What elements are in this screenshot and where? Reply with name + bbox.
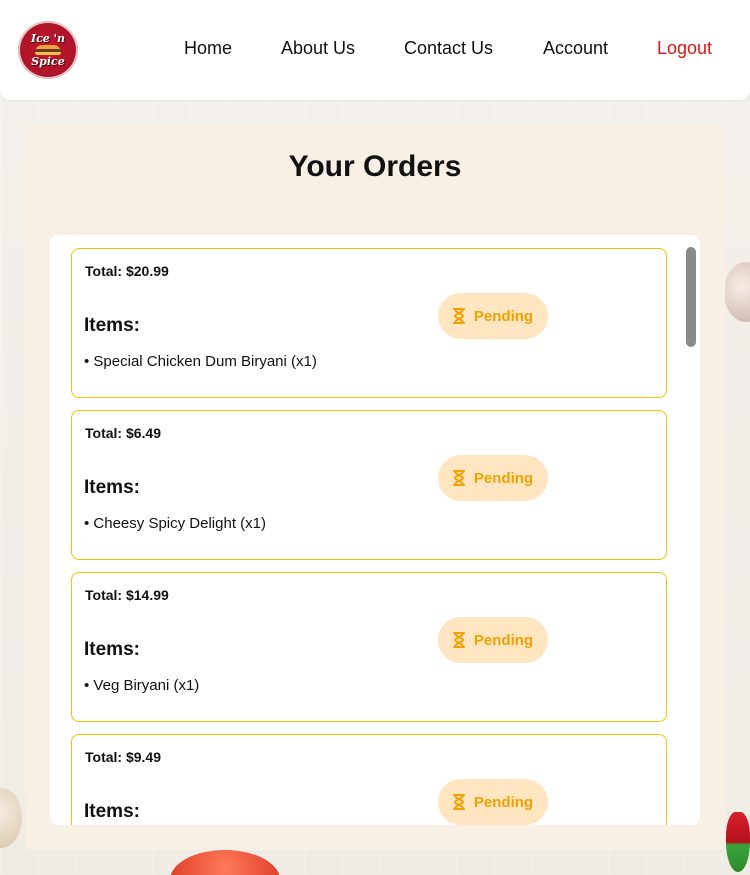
order-total-value: $6.49 [125,425,162,441]
order-card: Total: $20.99 Items: • Special Chicken D… [71,248,667,398]
order-item: • Veg Biryani (x1) [84,677,200,694]
orders-list[interactable]: Total: $20.99 Items: • Special Chicken D… [50,235,700,825]
order-total: Total: $9.49 [85,749,161,765]
order-total-value: $20.99 [125,263,169,279]
order-card: Total: $14.99 Items: • Veg Biryani (x1) … [71,572,667,722]
order-item: • Cheesy Spicy Delight (x1) [84,515,266,532]
order-total: Total: $14.99 [85,587,169,603]
navbar: Ice 'n Spice Home About Us Contact Us Ac… [0,0,750,100]
scrollbar[interactable] [686,247,696,813]
nav-home[interactable]: Home [184,38,232,59]
chili-decoration [726,812,750,872]
status-badge: Pending [438,455,548,501]
status-badge: Pending [438,293,548,339]
order-total-label: Total: [85,749,123,765]
hourglass-icon [452,470,465,486]
order-total-label: Total: [85,263,123,279]
orders-panel: Your Orders Total: $20.99 Items: • Speci… [25,125,725,850]
main-nav: Home About Us Contact Us Account Logout [0,38,750,62]
nav-contact-us[interactable]: Contact Us [404,38,493,59]
page-title: Your Orders [288,150,462,183]
order-total-label: Total: [85,587,123,603]
order-card: Total: $9.49 Items: Pending [71,734,667,825]
order-card: Total: $6.49 Items: • Cheesy Spicy Delig… [71,410,667,560]
hourglass-icon [452,308,465,324]
status-text: Pending [473,307,534,325]
order-items-heading: Items: [84,315,140,336]
orders-scroll-area[interactable]: Total: $20.99 Items: • Special Chicken D… [50,235,700,825]
order-total: Total: $6.49 [85,425,161,441]
order-item: • Special Chicken Dum Biryani (x1) [84,353,317,370]
nav-logout[interactable]: Logout [657,38,712,59]
status-badge: Pending [438,617,548,663]
status-text: Pending [473,631,534,649]
order-items-heading: Items: [84,801,140,822]
order-total-value: $9.49 [125,749,162,765]
nav-about-us[interactable]: About Us [281,38,355,59]
status-text: Pending [473,469,534,487]
order-items-heading: Items: [84,477,140,498]
scrollbar-thumb[interactable] [686,247,696,347]
hourglass-icon [452,632,465,648]
order-items-heading: Items: [84,639,140,660]
order-total: Total: $20.99 [85,263,169,279]
hourglass-icon [452,794,465,810]
nav-account[interactable]: Account [543,38,608,59]
status-badge: Pending [438,779,548,825]
status-text: Pending [473,793,534,811]
order-total-value: $14.99 [125,587,169,603]
order-total-label: Total: [85,425,123,441]
